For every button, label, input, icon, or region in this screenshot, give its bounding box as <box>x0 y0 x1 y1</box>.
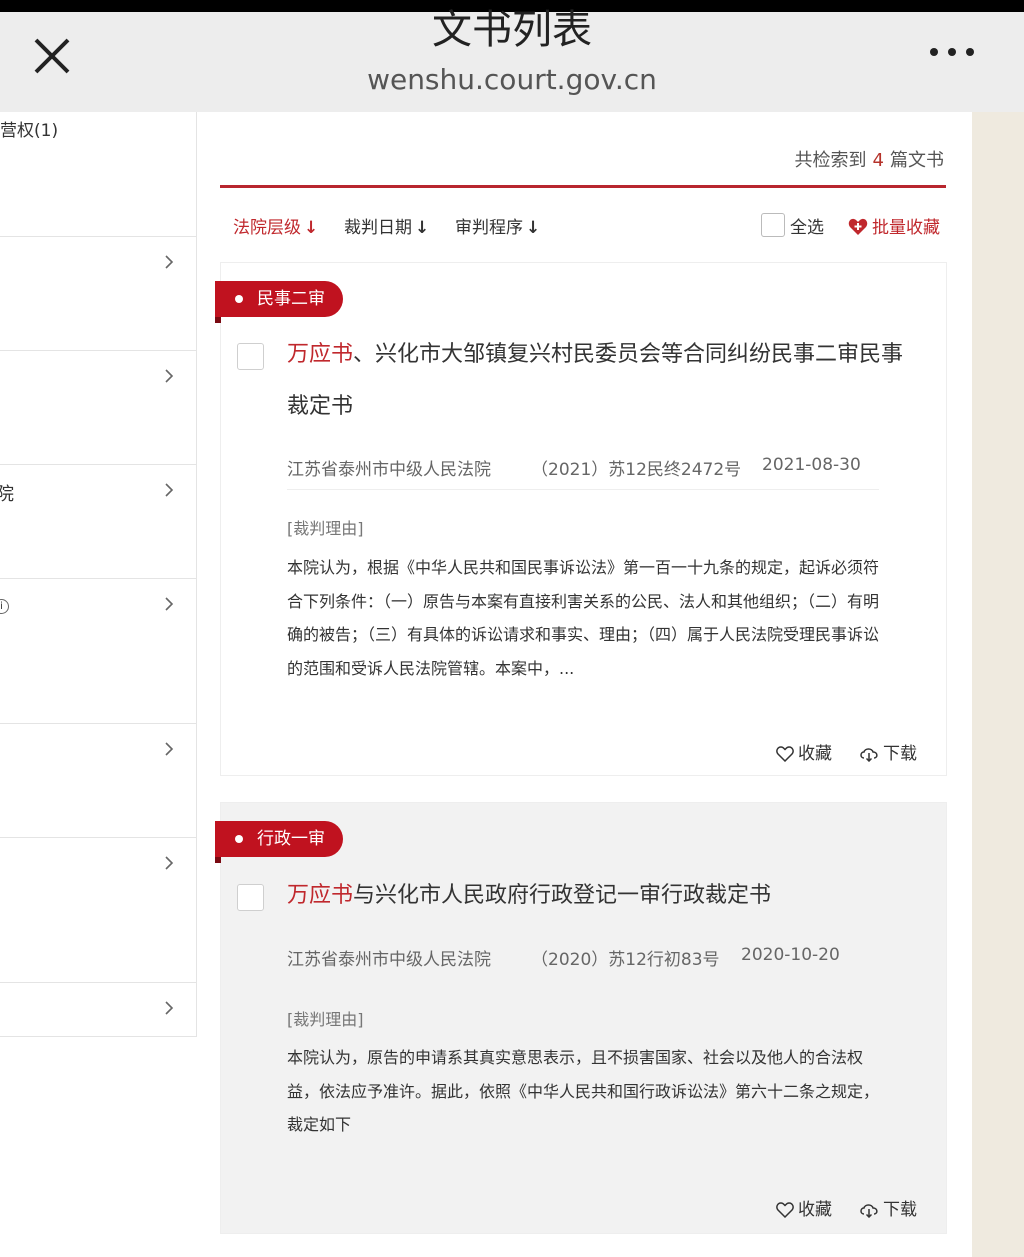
judgment-date: 2020-10-20 <box>741 945 840 965</box>
info-icon: i <box>0 599 9 614</box>
title-text: 与兴化市人民政府行政登记一审行政裁定书 <box>353 883 772 908</box>
sort-court-level[interactable]: 法院层级 ↓ <box>233 213 318 238</box>
case-type-label: 民事二审 <box>257 289 325 309</box>
more-button[interactable] <box>922 42 982 62</box>
document-title[interactable]: 万应书、兴化市大邹镇复兴村民委员会等合同纠纷民事二审民事裁定书 <box>287 329 917 433</box>
document-card: 行政一审 万应书与兴化市人民政府行政登记一审行政裁定书 江苏省泰州市中级人民法院… <box>215 802 947 1234</box>
sort-judge-date[interactable]: 裁判日期 ↓ <box>344 213 429 238</box>
favorite-label: 收藏 <box>798 744 832 764</box>
favorite-label: 收藏 <box>798 1200 832 1220</box>
chevron-right-icon <box>165 856 174 870</box>
download-button[interactable]: 下载 <box>859 739 917 764</box>
sort-arrow-icon: ↓ <box>526 218 541 238</box>
reason-text: 本院认为，原告的申请系其真实意思表示，且不损害国家、社会以及他人的合法权益，依法… <box>287 1048 880 1134</box>
sort-label: 审判程序 <box>455 218 523 238</box>
results-suffix: 篇文书 <box>890 150 944 171</box>
page-url: wenshu.court.gov.cn <box>367 63 657 96</box>
bullet-icon <box>235 835 243 843</box>
header-bar: 文书列表 wenshu.court.gov.cn <box>0 8 1024 112</box>
section-label: [裁判理由] <box>287 1010 364 1029</box>
sidebar-row[interactable] <box>0 838 196 983</box>
tag-fold <box>215 317 221 323</box>
chevron-right-icon <box>165 255 174 269</box>
document-meta: 江苏省泰州市中级人民法院 （2021）苏12民终2472号 2021-08-30 <box>287 455 879 490</box>
document-checkbox[interactable] <box>237 884 264 911</box>
section-label: [裁判理由] <box>287 519 364 538</box>
sidebar-row[interactable]: i <box>0 579 196 724</box>
sidebar-row <box>0 116 196 237</box>
case-number: （2021）苏12民终2472号 <box>531 460 742 480</box>
sidebar-row[interactable]: 院 <box>0 465 196 579</box>
more-dot-icon <box>966 48 974 56</box>
sort-arrow-icon: ↓ <box>304 218 319 238</box>
divider <box>220 185 946 188</box>
title-text: 、兴化市大邹镇复兴村民委员会等合同纠纷民事二审民事裁定书 <box>287 342 904 419</box>
court-name: 江苏省泰州市中级人民法院 <box>287 460 491 480</box>
case-number: （2020）苏12行初83号 <box>531 950 720 970</box>
page-title: 文书列表 <box>432 7 592 53</box>
more-dot-icon <box>948 48 956 56</box>
title-highlight: 万应书 <box>287 342 354 367</box>
results-count: 共检索到 4 篇文书 <box>795 146 944 172</box>
more-dot-icon <box>930 48 938 56</box>
download-label: 下载 <box>883 1200 917 1220</box>
favorite-button[interactable]: 收藏 <box>776 739 832 764</box>
chevron-right-icon <box>165 1001 174 1015</box>
heart-icon <box>776 1202 794 1219</box>
sort-label: 裁判日期 <box>344 218 412 238</box>
sidebar-row[interactable] <box>0 351 196 465</box>
sidebar-row[interactable] <box>0 237 196 351</box>
document-title[interactable]: 万应书与兴化市人民政府行政登记一审行政裁定书 <box>287 870 917 922</box>
chevron-right-icon <box>165 483 174 497</box>
chevron-right-icon <box>165 597 174 611</box>
sort-label: 法院层级 <box>233 218 301 238</box>
results-number: 4 <box>872 150 884 171</box>
case-type-tag: 民事二审 <box>215 281 343 317</box>
title-highlight: 万应书 <box>287 883 354 908</box>
favorite-button[interactable]: 收藏 <box>776 1195 832 1220</box>
chevron-right-icon <box>165 742 174 756</box>
cloud-download-icon <box>860 748 878 763</box>
heart-icon <box>776 746 794 763</box>
heart-plus-icon <box>848 218 868 235</box>
side-panel <box>972 112 1024 1257</box>
document-meta: 江苏省泰州市中级人民法院 （2020）苏12行初83号 2020-10-20 <box>287 945 879 979</box>
batch-favorite-button[interactable]: 批量收藏 <box>848 213 940 238</box>
select-all-checkbox[interactable] <box>761 213 785 237</box>
sidebar-row-label: 院 <box>0 484 14 505</box>
document-checkbox[interactable] <box>237 343 264 370</box>
sort-arrow-icon: ↓ <box>415 218 430 238</box>
sort-bar: 法院层级 ↓ 裁判日期 ↓ 审判程序 ↓ 全选 批量收藏 <box>220 205 946 245</box>
reason-text: 本院认为，根据《中华人民共和国民事诉讼法》第一百一十九条的规定，起诉必须符合下列… <box>287 558 880 678</box>
sidebar-row[interactable] <box>0 724 196 838</box>
select-all-label: 全选 <box>790 218 824 238</box>
sort-trial-procedure[interactable]: 审判程序 ↓ <box>455 213 540 238</box>
bullet-icon <box>235 295 243 303</box>
cloud-download-icon <box>860 1204 878 1219</box>
chevron-right-icon <box>165 369 174 383</box>
judgment-date: 2021-08-30 <box>762 455 861 475</box>
sidebar-row[interactable] <box>0 983 196 1037</box>
results-prefix: 共检索到 <box>794 150 867 171</box>
download-label: 下载 <box>883 744 917 764</box>
court-name: 江苏省泰州市中级人民法院 <box>287 950 491 970</box>
case-type-label: 行政一审 <box>257 829 325 849</box>
document-card: 民事二审 万应书、兴化市大邹镇复兴村民委员会等合同纠纷民事二审民事裁定书 江苏省… <box>215 262 947 776</box>
batch-favorite-label: 批量收藏 <box>872 218 940 238</box>
filter-sidebar: 营权(1) 院 i <box>0 112 197 1037</box>
case-type-tag: 行政一审 <box>215 821 343 857</box>
tag-fold <box>215 857 221 863</box>
download-button[interactable]: 下载 <box>859 1195 917 1220</box>
